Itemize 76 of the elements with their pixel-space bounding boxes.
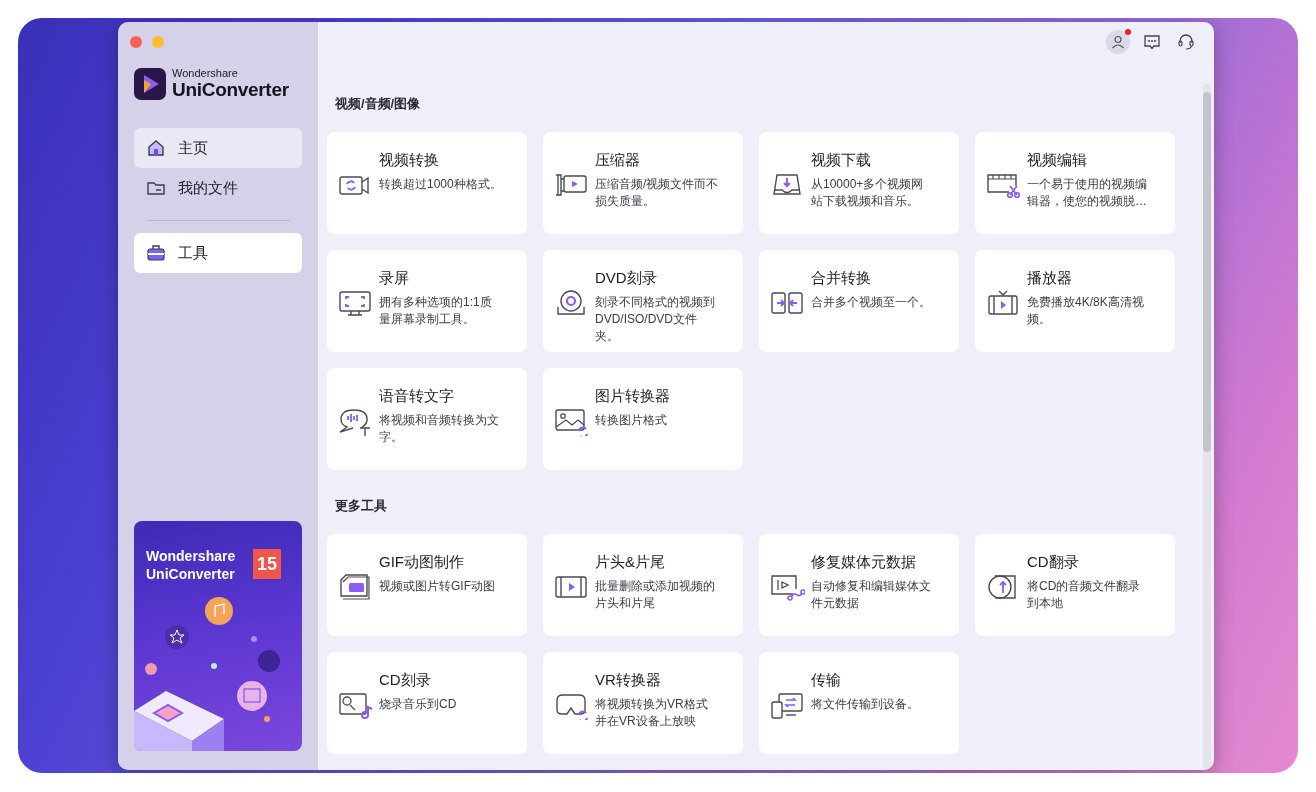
tool-title: 传输 <box>811 670 842 690</box>
tool-card[interactable]: 修复媒体元数据 自动修复和编辑媒体文件元数据 <box>759 534 959 636</box>
tool-title: 图片转换器 <box>595 386 671 406</box>
section-title: 更多工具 <box>335 497 388 515</box>
tool-description: 批量删除或添加视频的片头和片尾 <box>595 578 716 612</box>
tool-card[interactable]: 合并转换 合并多个视频至一个。 <box>759 250 959 352</box>
tool-title: 语音转文字 <box>379 386 455 406</box>
tool-description: 免费播放4K/8K高清视频。 <box>1027 294 1145 328</box>
tool-description: 将文件传输到设备。 <box>811 696 920 713</box>
tool-description: 视频或图片转GIF动图 <box>379 578 496 595</box>
brand-name: Wondershare <box>172 67 239 79</box>
tool-title: 压缩器 <box>595 150 641 170</box>
tool-card[interactable]: 视频转换 转换超过1000种格式。 <box>327 132 527 234</box>
tool-card[interactable]: 图片转换器 转换图片格式 <box>543 368 743 470</box>
tool-card[interactable]: 传输 将文件传输到设备。 <box>759 652 959 754</box>
chat-icon <box>1142 32 1162 52</box>
tool-description: 拥有多种选项的1:1质量屏幕录制工具。 <box>379 294 493 328</box>
sidebar-item[interactable]: 主页 <box>134 128 302 168</box>
devices-arrows-icon <box>769 690 805 720</box>
promo-banner[interactable]: Wondershare UniConverter 15 <box>134 521 302 751</box>
tool-title: DVD刻录 <box>595 268 658 288</box>
app-logo-icon <box>134 68 166 100</box>
tool-card[interactable]: GIF动图制作 视频或图片转GIF动图 <box>327 534 527 636</box>
tool-description: 合并多个视频至一个。 <box>811 294 932 311</box>
tool-card[interactable]: 片头&片尾 批量删除或添加视频的片头和片尾 <box>543 534 743 636</box>
tool-card[interactable]: 录屏 拥有多种选项的1:1质量屏幕录制工具。 <box>327 250 527 352</box>
file-badge-icon <box>337 572 373 602</box>
promo-title: Wondershare UniConverter <box>146 547 237 583</box>
tool-card[interactable]: CD刻录 烧录音乐到CD <box>327 652 527 754</box>
tool-title: VR转换器 <box>595 670 662 690</box>
tool-title: 片头&片尾 <box>595 552 666 572</box>
tool-title: 合并转换 <box>811 268 872 288</box>
tool-description: 自动修复和编辑媒体文件元数据 <box>811 578 932 612</box>
image-sync-icon <box>553 406 589 436</box>
tool-title: CD翻录 <box>1027 552 1080 572</box>
tool-card[interactable]: 语音转文字 将视频和音频转换为文字。 <box>327 368 527 470</box>
monitor-icon <box>337 288 373 318</box>
tool-card[interactable]: 播放器 免费播放4K/8K高清视频。 <box>975 250 1175 352</box>
headset-icon <box>1176 32 1196 52</box>
home-icon <box>146 138 166 158</box>
tool-description: 从10000+多个视频网站下载视频和音乐。 <box>811 176 925 210</box>
sidebar-item[interactable]: 工具 <box>134 233 302 273</box>
tool-description: 刻录不同格式的视频到DVD/ISO/DVD文件夹。 <box>595 294 716 345</box>
tool-title: 视频转换 <box>379 150 440 170</box>
tool-description: 转换图片格式 <box>595 412 668 429</box>
account-button[interactable] <box>1106 30 1130 54</box>
tool-title: 视频编辑 <box>1027 150 1088 170</box>
tool-description: 一个易于使用的视频编辑器，使您的视频脱… <box>1027 176 1148 210</box>
video-link-icon <box>769 572 805 602</box>
tool-card[interactable]: CD翻录 将CD的音频文件翻录到本地 <box>975 534 1175 636</box>
sidebar-item[interactable]: 我的文件 <box>134 168 302 208</box>
tool-description: 压缩音频/视频文件而不损失质量。 <box>595 176 719 210</box>
tool-description: 烧录音乐到CD <box>379 696 458 713</box>
speech-bubble-icon <box>337 406 373 436</box>
tool-card[interactable]: DVD刻录 刻录不同格式的视频到DVD/ISO/DVD文件夹。 <box>543 250 743 352</box>
tool-title: GIF动图制作 <box>379 552 465 572</box>
tool-description: 转换超过1000种格式。 <box>379 176 503 193</box>
tool-description: 将CD的音频文件翻录到本地 <box>1027 578 1142 612</box>
toolbox-icon <box>146 243 166 263</box>
product-name: UniConverter <box>172 79 289 101</box>
tool-title: 视频下载 <box>811 150 872 170</box>
tool-card[interactable]: 压缩器 压缩音频/视频文件而不损失质量。 <box>543 132 743 234</box>
tool-title: CD刻录 <box>379 670 432 690</box>
tv-play-icon <box>985 288 1021 318</box>
tool-description: 将视频和音频转换为文字。 <box>379 412 500 446</box>
section-title: 视频/音频/图像 <box>335 95 422 113</box>
tool-card[interactable]: VR转换器 将视频转换为VR格式并在VR设备上放映 <box>543 652 743 754</box>
tool-title: 播放器 <box>1027 268 1073 288</box>
tool-title: 修复媒体元数据 <box>811 552 917 572</box>
tool-card[interactable]: 视频下载 从10000+多个视频网站下载视频和音乐。 <box>759 132 959 234</box>
scrollbar[interactable] <box>1203 84 1211 770</box>
tool-card[interactable]: 视频编辑 一个易于使用的视频编辑器，使您的视频脱… <box>975 132 1175 234</box>
user-icon <box>1110 34 1126 50</box>
version-badge: 15 <box>253 549 282 579</box>
tool-title: 录屏 <box>379 268 410 288</box>
tool-description: 将视频转换为VR格式并在VR设备上放映 <box>595 696 709 730</box>
